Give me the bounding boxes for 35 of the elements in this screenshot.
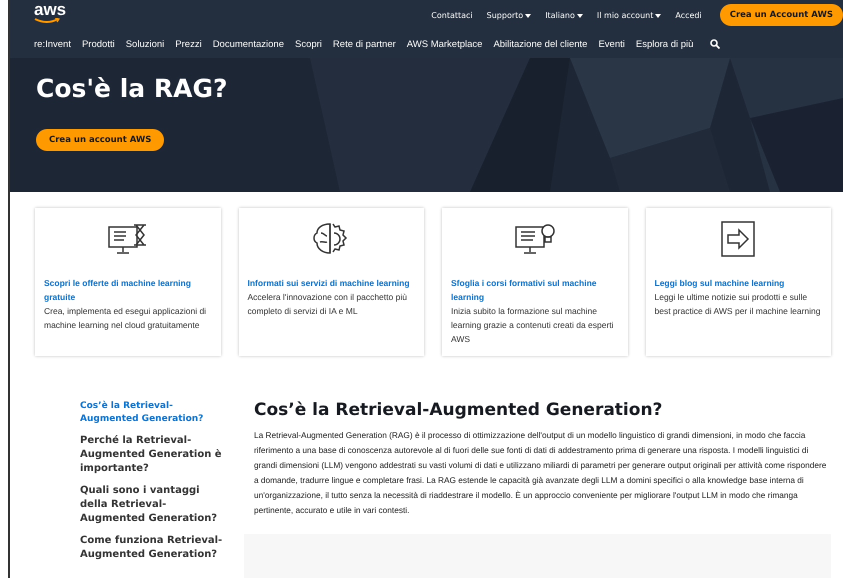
nav-link[interactable]: Documentazione [212,38,284,50]
utility-link[interactable]: Accedi [675,10,702,20]
nav-link[interactable]: Prezzi [175,38,202,50]
utility-link[interactable]: Italiano [545,10,583,20]
body-paragraph: La Retrieval-Augmented Generation (RAG) è il processo di ottimizzazione dell'output di un modello linguistico di grandi dimensioni, in modo che faccia riferimento a una base di conoscenza autorevole al di fuori delle sue fonti di dati di addestramento prima di generare una risposta. I modelli linguistici di grandi dimensioni (LLM) vengono addestrati su vasti volumi di dati e utilizzano miliardi di parametri per generare output originali per attività come rispondere a domande, tradurre lingue e completare frasi. La RAG estende le capacità già avanzate degli LLM a domini specifici o alla knowledge base interna di un'organizzazione, il tutto senza la necessità di riaddestrare il modello. È un approccio conveniente per migliorare l'output LLM in modo che rimanga pertinente, accurato e utile in vari contesti. [254,429,828,517]
section-heading: Cos’è la Retrieval-Augmented Generation? [254,400,664,420]
card-link[interactable]: Informati sui servizi di machine learning [248,276,415,290]
utility-link[interactable]: Il mio account [596,10,662,20]
nav-link[interactable]: Abilitazione del cliente [493,38,588,50]
card-description: Inizia subito la formazione sul machine learning grazie a contenuti creati da esperti AWS [451,305,615,346]
card-link[interactable]: Scopri le offerte di machine learning gratuite [44,276,212,304]
card-description: Crea, implementa ed esegui applicazioni di machine learning nel cloud gratuitamente [44,305,208,332]
card-description: Leggi le ultime notizie sui prodotti e sulle best practice di AWS per il machine learning [654,291,822,318]
toc-link[interactable]: Perché la Retrieval-Augmented Generation è importante? [80,434,230,476]
utility-link[interactable]: Contattaci [431,10,473,20]
nav-link[interactable]: AWS Marketplace [406,38,482,50]
create-account-button[interactable]: Crea un Account AWS [720,4,843,26]
toc-link[interactable]: Come funziona Retrieval-Augmented Generation? [80,534,230,562]
search-icon[interactable] [710,39,720,49]
aws-logo[interactable]: aws [34,2,66,28]
nav-link[interactable]: Rete di partner [332,38,396,50]
page-title: Cos'è la RAG? [36,74,228,103]
nav-link[interactable]: Eventi [598,38,625,50]
create-account-button[interactable]: Crea un account AWS [36,129,164,151]
utility-link[interactable]: Supporto [486,10,532,20]
toc-link[interactable]: Cos’è la Retrieval-Augmented Generation? [80,400,230,426]
nav-link[interactable]: Esplora di più [636,38,694,50]
nav-link[interactable]: re:Invent [34,38,71,50]
card-link[interactable]: Sfoglia i corsi formativi sul machine learning [451,276,618,304]
nav-link[interactable]: Soluzioni [126,38,164,50]
nav-link[interactable]: Scopri [294,38,322,50]
card-description: Accelera l'innovazione con il pacchetto più completo di servizi di IA e ML [248,291,408,318]
card-link[interactable]: Leggi blog sul machine learning [654,276,822,290]
toc-link[interactable]: Quali sono i vantaggi della Retrieval-Augmented Generation? [80,484,230,526]
nav-link[interactable]: Prodotti [82,38,115,50]
